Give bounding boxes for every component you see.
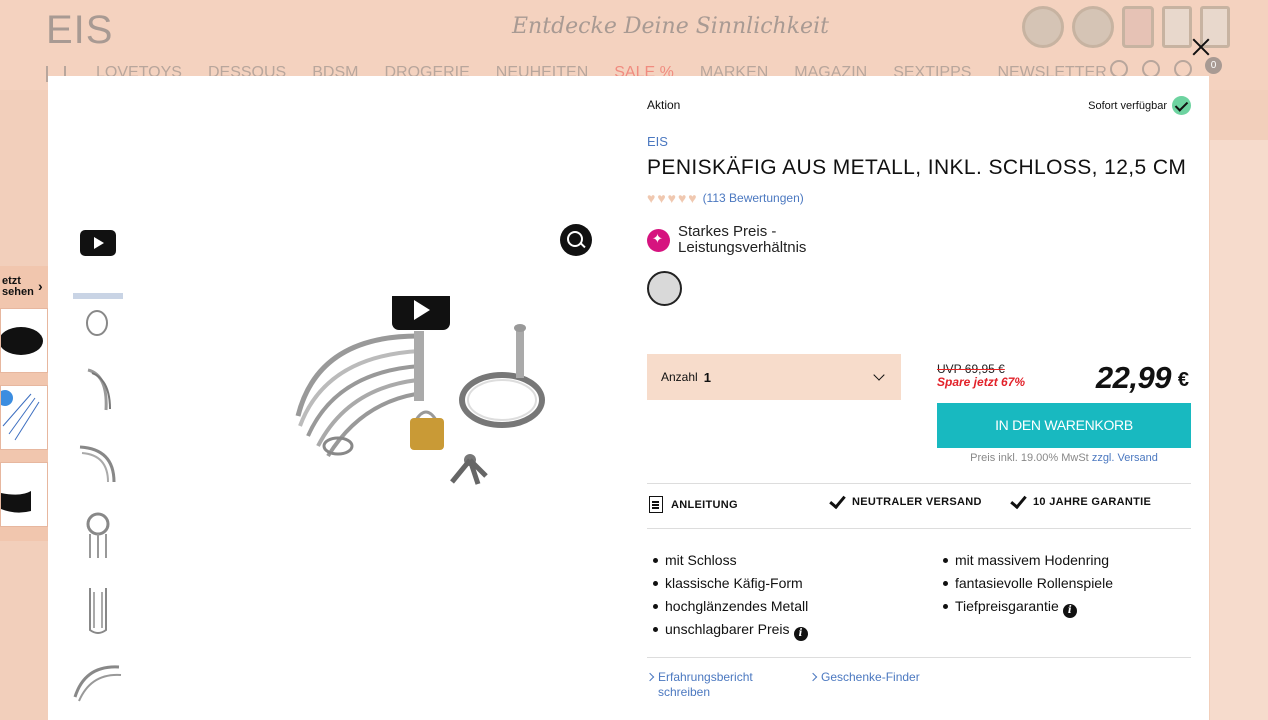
- usp-row: ANLEITUNG NEUTRALER VERSAND 10 JAHRE GAR…: [647, 491, 1191, 518]
- quantity-label: Anzahl: [661, 370, 698, 384]
- usp-label: ANLEITUNG: [671, 498, 738, 511]
- heart-icon: ♥: [657, 190, 666, 206]
- divider: [647, 657, 1191, 658]
- close-icon[interactable]: [1190, 36, 1212, 58]
- checkmark-icon: [829, 491, 846, 509]
- list-item: klassische Käfig-Form: [647, 575, 808, 598]
- product-thumbnail[interactable]: [70, 434, 126, 490]
- product-title: PENISKÄFIG AUS METALL, INKL. SCHLOSS, 12…: [647, 156, 1187, 179]
- trust-badge-icon: [1022, 6, 1064, 48]
- list-item-text: Tiefpreisgarantie: [955, 598, 1059, 614]
- vat-info: Preis inkl. 19.00% MwSt zzgl. Versand: [937, 452, 1191, 464]
- gift-finder-link[interactable]: Geschenke-Finder: [810, 670, 920, 685]
- zoom-icon[interactable]: [560, 224, 592, 256]
- link-line: Erfahrungsbericht: [658, 670, 753, 684]
- chevron-right-icon[interactable]: ›: [38, 278, 43, 294]
- strip-product-image[interactable]: [0, 462, 48, 527]
- product-thumbnail[interactable]: [70, 582, 126, 638]
- checkmark-icon: [1010, 491, 1027, 509]
- feature-list-right: mit massivem Hodenring fantasievolle Rol…: [937, 552, 1113, 621]
- promo-label: Aktion: [647, 98, 681, 112]
- write-review-link[interactable]: Erfahrungsbericht schreiben: [647, 670, 753, 700]
- availability: Sofort verfügbar: [1088, 96, 1191, 115]
- strip-product-image[interactable]: [0, 385, 48, 450]
- usp-shipping: NEUTRALER VERSAND: [829, 491, 982, 509]
- feature-highlight: Starkes Preis - Leistungsverhältnis: [647, 224, 806, 256]
- list-item: mit massivem Hodenring: [937, 552, 1113, 575]
- shipping-link[interactable]: zzgl. Versand: [1092, 452, 1158, 464]
- list-item: mit Schloss: [647, 552, 808, 575]
- original-price: UVP 69,95 €: [937, 362, 1005, 376]
- add-to-cart-button[interactable]: IN DEN WARENKORB: [937, 403, 1191, 448]
- site-slogan: Entdecke Deine Sinnlichkeit: [512, 14, 829, 39]
- heart-icon: ♥: [677, 190, 687, 206]
- currency: €: [1177, 369, 1189, 391]
- quantity-select[interactable]: Anzahl 1: [647, 354, 901, 400]
- rating-count-link[interactable]: (113 Bewertungen): [703, 191, 804, 205]
- heart-icon: ♥: [647, 190, 656, 206]
- product-thumbnail[interactable]: [70, 288, 126, 344]
- usp-label: NEUTRALER VERSAND: [852, 496, 982, 508]
- background-panel: [1210, 140, 1268, 720]
- feature-line: Starkes Preis -: [678, 223, 777, 240]
- award-badge-icon: [1072, 6, 1114, 48]
- strip-title[interactable]: etzt sehen: [2, 276, 34, 298]
- rating[interactable]: ♥ ♥ ♥ ♥ ♥ (113 Bewertungen): [647, 191, 804, 205]
- heart-icon: ♥: [667, 190, 676, 206]
- strip-product-image[interactable]: [0, 308, 48, 373]
- divider: [647, 528, 1191, 529]
- strip-title-line: sehen: [2, 286, 34, 298]
- product-main-image[interactable]: [288, 290, 558, 496]
- list-item: Tiefpreisgarantie i: [937, 598, 1113, 621]
- list-item-text: unschlagbarer Preis: [665, 621, 790, 637]
- info-icon[interactable]: i: [1062, 604, 1077, 618]
- checkmark-icon: [1172, 96, 1191, 115]
- feature-text: Starkes Preis - Leistungsverhältnis: [678, 224, 806, 256]
- cart-count-badge: 0: [1205, 57, 1222, 74]
- document-icon: [649, 496, 663, 513]
- video-thumbnail[interactable]: [70, 216, 126, 272]
- list-item: unschlagbarer Preis i: [647, 621, 808, 644]
- list-item: fantasievolle Rollenspiele: [937, 575, 1113, 598]
- chevron-down-icon: [873, 369, 885, 381]
- rating-badge-icon: [1162, 6, 1192, 48]
- usp-manual[interactable]: ANLEITUNG: [649, 496, 738, 513]
- feature-line: Leistungsverhältnis: [678, 239, 807, 256]
- half-heart-icon: ♥: [688, 190, 697, 206]
- usp-warranty: 10 JAHRE GARANTIE: [1010, 491, 1152, 509]
- product-thumbnail[interactable]: [70, 362, 126, 418]
- availability-text: Sofort verfügbar: [1088, 99, 1167, 112]
- product-quickview-modal: Aktion Sofort verfügbar EIS PENISKÄFIG A…: [48, 76, 1209, 720]
- top-shop-badge-icon: [1122, 6, 1154, 48]
- list-item: hochglänzendes Metall: [647, 598, 808, 621]
- product-brand[interactable]: EIS: [647, 134, 668, 149]
- vat-text: Preis inkl. 19.00% MwSt: [970, 452, 1089, 464]
- feature-list-left: mit Schloss klassische Käfig-Form hochgl…: [647, 552, 808, 644]
- link-line: schreiben: [658, 685, 711, 699]
- divider: [647, 483, 1191, 484]
- site-logo[interactable]: EIS: [46, 8, 113, 53]
- color-swatch-silver[interactable]: [647, 271, 682, 306]
- usp-label: 10 JAHRE GARANTIE: [1033, 496, 1152, 508]
- info-icon[interactable]: i: [793, 627, 808, 641]
- price-performance-icon: [647, 228, 670, 252]
- savings-label: Spare jetzt 67%: [937, 375, 1026, 389]
- product-thumbnail[interactable]: [70, 508, 126, 564]
- product-thumbnail[interactable]: [70, 654, 126, 710]
- price: 22,99: [1095, 360, 1172, 395]
- quantity-value: 1: [703, 369, 711, 385]
